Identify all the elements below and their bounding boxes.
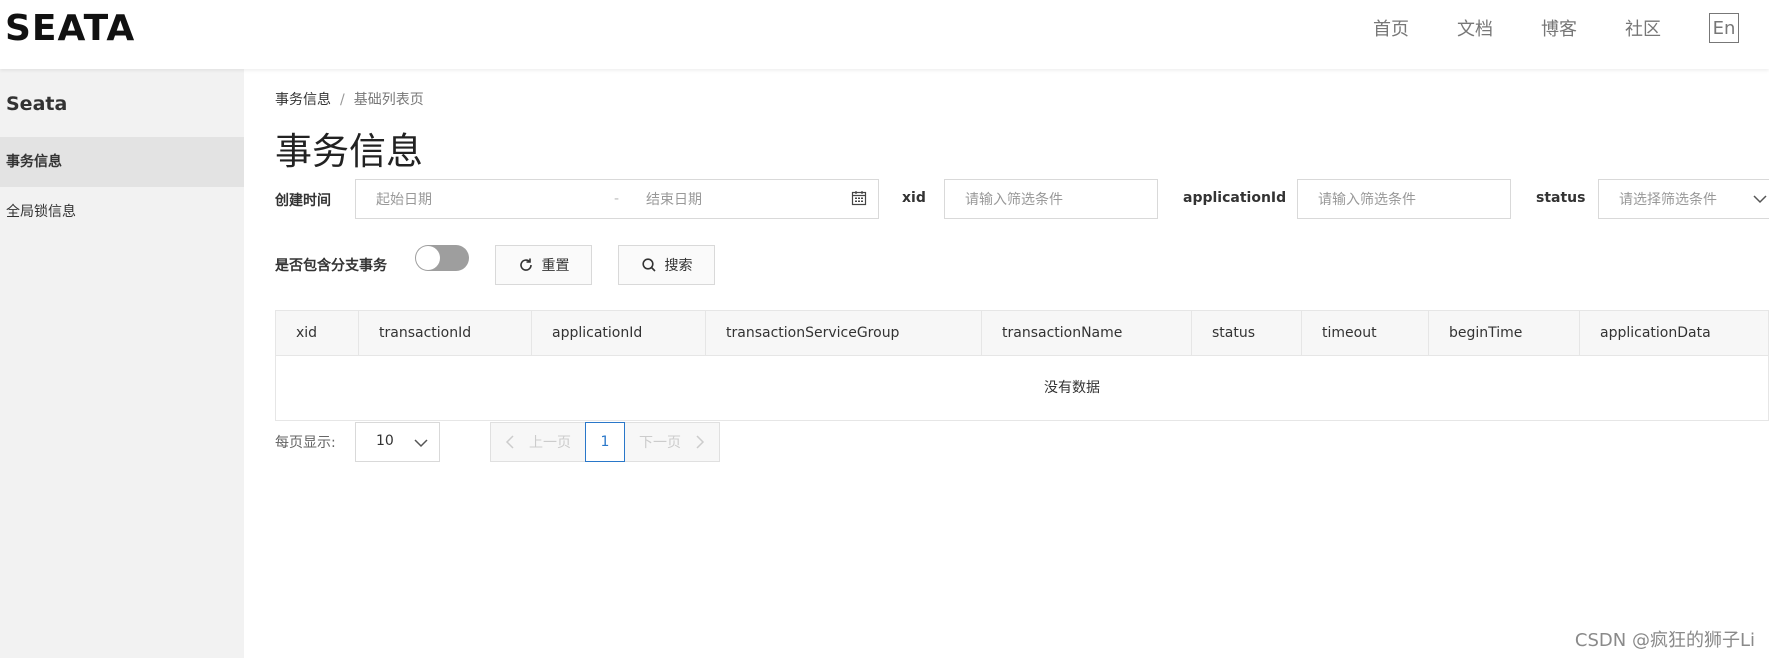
table-empty-message: 没有数据 [1044,380,1100,396]
date-range-picker[interactable]: 起始日期 - 结束日期 [355,179,879,219]
column-header-status: status [1192,311,1302,355]
status-select[interactable]: 请选择筛选条件 [1598,179,1769,219]
chevron-left-icon [505,435,514,449]
next-page-label: 下一页 [639,435,681,451]
column-header-begin-time: beginTime [1429,311,1580,355]
csdn-watermark: CSDN @疯狂的狮子Li [1574,630,1755,651]
chevron-right-icon [696,435,705,449]
end-date-placeholder: 结束日期 [646,192,702,208]
column-header-transaction-name: transactionName [982,311,1192,355]
xid-label: xid [902,190,926,206]
breadcrumb: 事务信息 / 基础列表页 [275,89,424,109]
search-label: 搜索 [664,258,693,274]
language-switch-button[interactable]: En [1709,13,1739,43]
seata-logo[interactable]: SEATA [5,11,135,47]
calendar-icon[interactable] [851,190,867,210]
range-separator: - [614,191,620,207]
page-size-select[interactable]: 10 [355,422,440,462]
nav-community[interactable]: 社区 [1625,15,1661,41]
page-title: 事务信息 [275,130,423,173]
column-header-application-data: applicationData [1600,325,1711,341]
column-header-transaction-service-group: transactionServiceGroup [706,311,982,355]
reset-label: 重置 [541,258,570,274]
branch-transaction-label: 是否包含分支事务 [275,258,387,274]
page-size-label: 每页显示: [275,435,336,451]
xid-input[interactable]: 请输入筛选条件 [944,179,1158,219]
application-id-input[interactable]: 请输入筛选条件 [1297,179,1511,219]
column-header-timeout: timeout [1302,311,1429,355]
prev-page-label: 上一页 [529,435,571,451]
prev-page-button[interactable]: 上一页 [490,422,585,462]
search-button[interactable]: 搜索 [618,245,715,285]
transaction-table: xid transactionId applicationId transact… [275,310,1769,421]
column-header-transaction-id: transactionId [359,311,532,355]
search-icon [641,258,656,272]
page-number-current[interactable]: 1 [585,422,625,462]
chevron-down-icon [1753,192,1767,210]
table-header: xid transactionId applicationId transact… [276,311,1768,356]
application-id-label: applicationId [1183,190,1287,206]
nav-blog[interactable]: 博客 [1541,15,1577,41]
status-placeholder: 请选择筛选条件 [1619,192,1717,208]
column-header-application-id: applicationId [532,311,706,355]
sidebar-item-transaction-info[interactable]: 事务信息 [0,137,244,187]
nav-home[interactable]: 首页 [1373,15,1409,41]
logo-text: SEATA [5,8,136,49]
toggle-knob [416,246,440,270]
page-size-value: 10 [376,433,394,449]
column-header-xid: xid [276,311,359,355]
nav-docs[interactable]: 文档 [1457,15,1493,41]
start-date-placeholder: 起始日期 [376,192,432,208]
reset-button[interactable]: 重置 [495,245,592,285]
sidebar-item-global-lock-info[interactable]: 全局锁信息 [0,187,244,237]
status-label: status [1536,190,1586,206]
sidebar: Seata 事务信息 全局锁信息 [0,69,244,658]
refresh-icon [519,258,532,271]
next-page-button[interactable]: 下一页 [625,422,720,462]
top-header: SEATA 首页 文档 博客 社区 En [0,0,1769,69]
pagination: 上一页 1 下一页 [490,422,720,462]
created-time-label: 创建时间 [275,193,331,209]
top-nav: 首页 文档 博客 社区 En [1373,0,1769,56]
breadcrumb-separator: / [340,92,345,108]
breadcrumb-sub: 基础列表页 [353,92,424,108]
breadcrumb-current[interactable]: 事务信息 [275,92,331,108]
branch-transaction-toggle[interactable] [415,245,469,271]
chevron-down-icon [414,439,428,448]
sidebar-title: Seata [6,93,68,115]
application-id-placeholder: 请输入筛选条件 [1318,192,1416,208]
xid-placeholder: 请输入筛选条件 [965,192,1063,208]
